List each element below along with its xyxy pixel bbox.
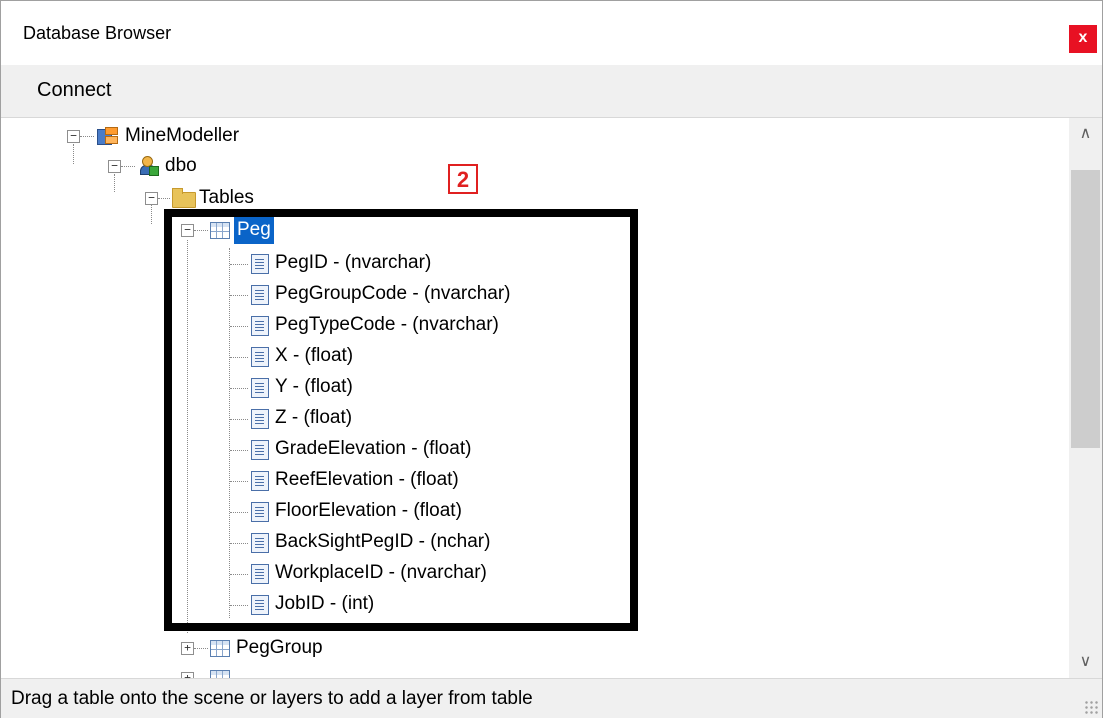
tree-connector — [121, 166, 135, 167]
title-bar: Database Browser x — [1, 1, 1102, 65]
tree-node-table-peggroup[interactable]: + PegGroup — [1, 634, 401, 662]
database-browser-window: Database Browser x Connect − MineModelle… — [0, 0, 1103, 718]
resize-grip-icon[interactable] — [1084, 700, 1098, 714]
status-text: Drag a table onto the scene or layers to… — [11, 688, 533, 709]
folder-icon — [172, 188, 196, 208]
scroll-up-arrow-icon[interactable]: ∧ — [1069, 118, 1102, 150]
tree-connector — [194, 648, 208, 649]
expand-icon[interactable]: + — [181, 642, 194, 655]
scroll-thumb[interactable] — [1071, 170, 1100, 448]
schema-icon — [138, 156, 159, 176]
window-title: Database Browser — [23, 23, 172, 43]
collapse-icon[interactable]: − — [145, 192, 158, 205]
highlight-box — [164, 209, 638, 631]
database-icon — [97, 127, 118, 145]
menu-bar: Connect — [1, 65, 1102, 118]
tree-node-label: Tables — [199, 187, 254, 208]
tree-node-label: PegGroup — [236, 637, 323, 658]
tree-connector — [80, 136, 94, 137]
table-icon — [210, 640, 230, 657]
tree-node-schema[interactable]: − dbo — [1, 152, 401, 180]
close-button[interactable]: x — [1069, 25, 1097, 53]
table-icon — [210, 670, 230, 678]
status-bar: Drag a table onto the scene or layers to… — [1, 678, 1102, 718]
tree-node-database[interactable]: − MineModeller — [1, 122, 401, 150]
menu-connect[interactable]: Connect — [37, 79, 112, 102]
collapse-icon[interactable]: − — [108, 160, 121, 173]
tree-node-label: MineModeller — [125, 125, 240, 146]
tree-node-tables-folder[interactable]: − Tables — [1, 184, 401, 212]
vertical-scrollbar[interactable]: ∧ ∨ — [1069, 118, 1102, 678]
collapse-icon[interactable]: − — [67, 130, 80, 143]
tree-connector — [158, 198, 170, 199]
callout-badge: 2 — [448, 164, 478, 194]
scroll-down-arrow-icon[interactable]: ∨ — [1069, 646, 1102, 678]
tree-node-table-clipped[interactable]: + — [1, 664, 401, 678]
tree-node-label: dbo — [165, 155, 197, 176]
